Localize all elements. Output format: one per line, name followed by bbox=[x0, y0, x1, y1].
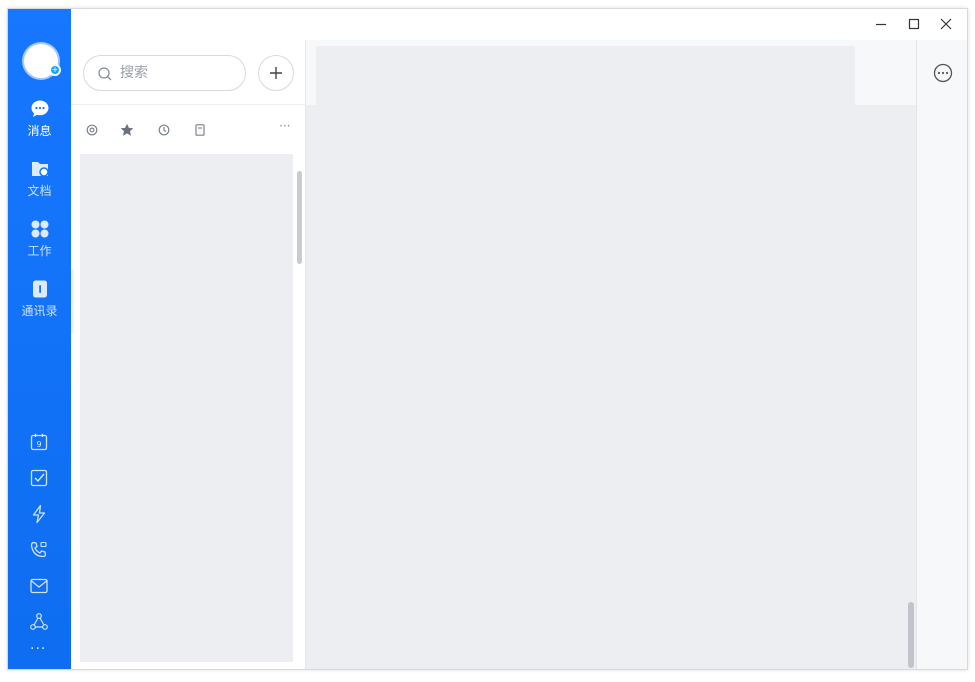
conversation-list bbox=[80, 154, 293, 662]
apps-icon bbox=[31, 220, 48, 238]
search-input[interactable] bbox=[120, 64, 230, 82]
avatar-add-badge[interactable]: + bbox=[49, 64, 61, 76]
search-icon bbox=[98, 67, 112, 81]
titlebar bbox=[71, 9, 967, 40]
more-options-icon[interactable] bbox=[932, 62, 954, 84]
plus-icon bbox=[270, 67, 282, 79]
list-scrollbar[interactable] bbox=[297, 171, 302, 264]
close-icon[interactable] bbox=[938, 16, 954, 32]
clock-icon[interactable] bbox=[157, 123, 171, 137]
calendar-day: 9 bbox=[36, 440, 41, 449]
note-icon[interactable] bbox=[193, 123, 207, 137]
more-icon[interactable]: ··· bbox=[30, 642, 50, 656]
flash-icon[interactable] bbox=[29, 504, 49, 524]
todo-icon[interactable] bbox=[29, 468, 49, 488]
sidebar-item-messages[interactable]: 消息 bbox=[8, 99, 71, 139]
sidebar-item-label: 通讯录 bbox=[21, 304, 58, 318]
chat-bubble-icon bbox=[31, 100, 48, 117]
mail-icon[interactable] bbox=[29, 576, 49, 596]
sidebar-item-contacts[interactable]: 通讯录 bbox=[8, 279, 71, 319]
app-window: + 消息 文档 工作 通讯录 9 ··· 搜索 ··· bbox=[7, 8, 968, 670]
list-resize-handle[interactable] bbox=[71, 269, 74, 333]
sidebar-item-work[interactable]: 工作 bbox=[8, 219, 71, 259]
add-button[interactable] bbox=[258, 55, 294, 91]
filter-more-icon[interactable]: ··· bbox=[279, 119, 290, 133]
sidebar-item-label: 消息 bbox=[27, 124, 52, 138]
contacts-icon bbox=[32, 280, 47, 298]
search-box[interactable] bbox=[83, 55, 246, 91]
chat-scrollbar[interactable] bbox=[908, 602, 914, 668]
sidebar-item-label: 工作 bbox=[27, 244, 52, 258]
chat-header bbox=[306, 40, 916, 105]
avatar[interactable]: + bbox=[24, 44, 61, 78]
sidebar-item-docs[interactable]: 文档 bbox=[8, 159, 71, 199]
sidebar-item-label: 文档 bbox=[27, 184, 52, 198]
divider bbox=[71, 104, 306, 105]
minimize-icon[interactable] bbox=[873, 16, 889, 32]
call-icon[interactable] bbox=[29, 540, 49, 560]
chat-header-placeholder bbox=[316, 46, 855, 105]
docs-icon bbox=[31, 162, 49, 177]
sidebar-rail: + 消息 文档 工作 通讯录 9 ··· bbox=[8, 9, 71, 669]
star-icon[interactable] bbox=[120, 123, 134, 137]
maximize-icon[interactable] bbox=[906, 16, 922, 32]
mention-icon[interactable] bbox=[85, 123, 99, 137]
chat-area bbox=[306, 40, 916, 669]
network-icon[interactable] bbox=[29, 612, 49, 632]
calendar-icon[interactable]: 9 bbox=[29, 432, 49, 452]
right-side-panel bbox=[916, 40, 967, 669]
conversation-list-panel: ··· bbox=[71, 40, 306, 669]
